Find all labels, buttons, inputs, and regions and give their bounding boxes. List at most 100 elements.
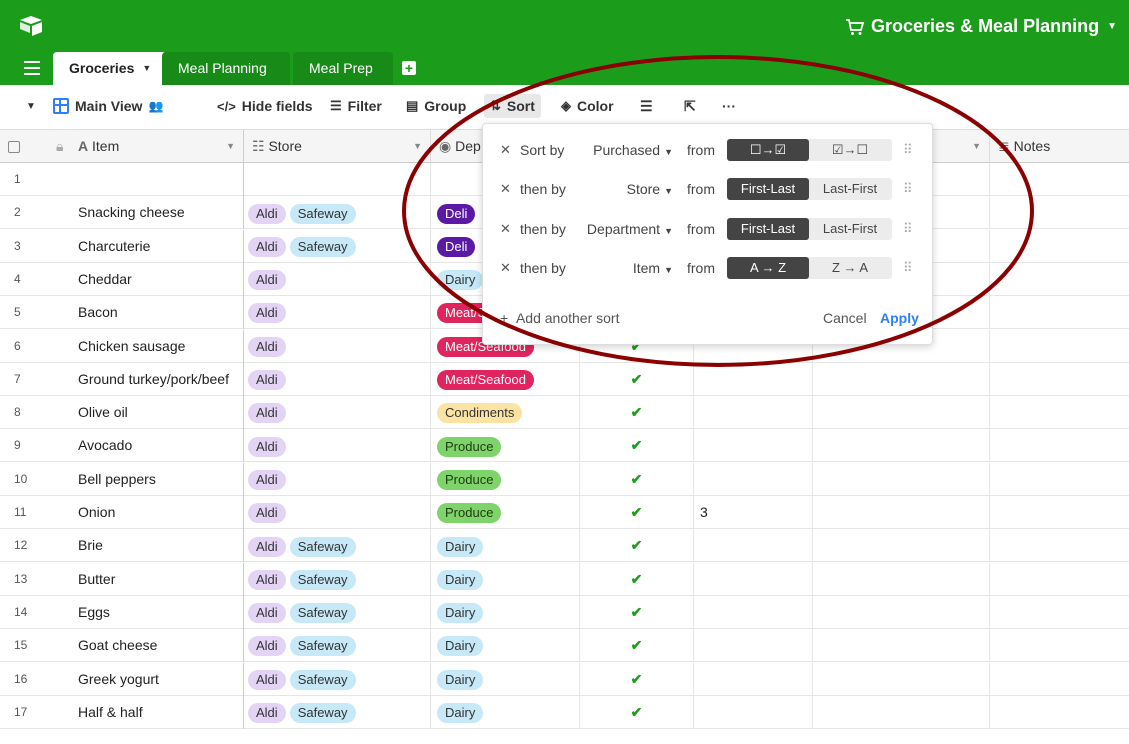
- sort-direction-option[interactable]: Last-First: [809, 178, 891, 200]
- cell-extra[interactable]: [813, 662, 990, 696]
- cell-item[interactable]: Bacon: [70, 296, 244, 330]
- cell-item[interactable]: Bell peppers: [70, 462, 244, 496]
- sort-direction-option[interactable]: First-Last: [727, 178, 809, 200]
- cell-department[interactable]: Produce: [431, 429, 580, 463]
- cell-item[interactable]: Charcuterie: [70, 229, 244, 263]
- cell-store[interactable]: Aldi Safeway: [244, 529, 431, 563]
- cell-purchased[interactable]: ✔: [580, 362, 694, 396]
- cell-quantity[interactable]: [694, 362, 813, 396]
- cell-item[interactable]: Avocado: [70, 429, 244, 463]
- cell-purchased[interactable]: ✔: [580, 396, 694, 430]
- cell-notes[interactable]: [990, 396, 1129, 429]
- cell-extra[interactable]: [813, 529, 990, 563]
- drag-handle-icon[interactable]: ⠿: [903, 260, 912, 276]
- cell-department[interactable]: Dairy: [431, 562, 580, 596]
- table-row[interactable]: 17 Half & half Aldi Safeway Dairy ✔: [0, 695, 1129, 729]
- cell-extra[interactable]: [813, 562, 990, 596]
- cell-item[interactable]: Olive oil: [70, 396, 244, 430]
- table-row[interactable]: 10 Bell peppers Aldi Produce ✔: [0, 462, 1129, 496]
- cell-notes[interactable]: [990, 429, 1129, 462]
- more-options-icon[interactable]: ···: [722, 98, 736, 114]
- cell-notes[interactable]: [990, 296, 1129, 329]
- cell-item[interactable]: Half & half: [70, 695, 244, 729]
- apply-button[interactable]: Apply: [880, 310, 919, 326]
- cell-store[interactable]: Aldi Safeway: [244, 629, 431, 663]
- group-button[interactable]: ▤ Group: [406, 98, 466, 114]
- table-row[interactable]: 7 Ground turkey/pork/beef Aldi Meat/Seafood…: [0, 362, 1129, 396]
- column-header-notes[interactable]: ≣ Notes: [990, 130, 1129, 163]
- cell-notes[interactable]: [990, 696, 1129, 729]
- cell-department[interactable]: Dairy: [431, 595, 580, 629]
- cell-purchased[interactable]: ✔: [580, 429, 694, 463]
- cell-notes[interactable]: [990, 163, 1129, 196]
- column-header-item[interactable]: A Item ▼: [70, 130, 244, 163]
- sort-direction-option[interactable]: Last-First: [809, 218, 891, 240]
- cell-store[interactable]: [244, 163, 431, 196]
- cell-store[interactable]: Aldi: [244, 329, 431, 363]
- cell-store[interactable]: Aldi Safeway: [244, 695, 431, 729]
- remove-sort-icon[interactable]: ✕: [500, 142, 511, 158]
- cell-notes[interactable]: [990, 363, 1129, 396]
- hide-fields-button[interactable]: </> Hide fields: [217, 98, 313, 114]
- table-row[interactable]: 11 Onion Aldi Produce ✔ 3: [0, 496, 1129, 529]
- cell-store[interactable]: Aldi: [244, 496, 431, 529]
- cell-extra[interactable]: [813, 362, 990, 396]
- cell-extra[interactable]: [813, 396, 990, 430]
- cell-item[interactable]: Snacking cheese: [70, 196, 244, 230]
- sort-button[interactable]: ⇅ Sort: [484, 94, 541, 118]
- cell-item[interactable]: Cheddar: [70, 262, 244, 296]
- cell-department[interactable]: Dairy: [431, 629, 580, 663]
- cancel-button[interactable]: Cancel: [823, 310, 867, 326]
- cell-department[interactable]: Produce: [431, 496, 580, 529]
- cell-quantity[interactable]: [694, 695, 813, 729]
- cell-department[interactable]: Produce: [431, 462, 580, 496]
- cell-item[interactable]: Ground turkey/pork/beef: [70, 362, 244, 396]
- cell-purchased[interactable]: ✔: [580, 595, 694, 629]
- column-header-store[interactable]: ☷ Store ▼: [244, 130, 431, 163]
- cell-item[interactable]: Chicken sausage: [70, 329, 244, 363]
- tab-groceries[interactable]: Groceries ▼: [53, 52, 168, 85]
- color-button[interactable]: ◈ Color: [561, 98, 614, 114]
- cell-notes[interactable]: [990, 629, 1129, 662]
- cell-quantity[interactable]: [694, 662, 813, 696]
- cell-purchased[interactable]: ✔: [580, 529, 694, 563]
- cell-notes[interactable]: [990, 463, 1129, 496]
- table-row[interactable]: 8 Olive oil Aldi Condiments ✔: [0, 396, 1129, 430]
- select-all-checkbox[interactable]: [0, 130, 40, 163]
- sort-field-select[interactable]: Store ▼: [627, 181, 673, 197]
- remove-sort-icon[interactable]: ✕: [500, 260, 511, 276]
- cell-notes[interactable]: [990, 330, 1129, 363]
- cell-item[interactable]: [70, 163, 244, 196]
- tab-meal-planning[interactable]: Meal Planning: [162, 52, 290, 85]
- cell-store[interactable]: Aldi Safeway: [244, 562, 431, 596]
- cell-quantity[interactable]: [694, 429, 813, 463]
- cell-item[interactable]: Butter: [70, 562, 244, 596]
- sort-direction-option[interactable]: Z → A: [809, 257, 891, 279]
- cell-store[interactable]: Aldi: [244, 429, 431, 463]
- cell-purchased[interactable]: ✔: [580, 562, 694, 596]
- sort-direction-option[interactable]: First-Last: [727, 218, 809, 240]
- add-sort-button[interactable]: + Add another sort: [500, 310, 619, 326]
- cell-department[interactable]: Dairy: [431, 695, 580, 729]
- table-row[interactable]: 15 Goat cheese Aldi Safeway Dairy ✔: [0, 629, 1129, 663]
- cell-extra[interactable]: [813, 595, 990, 629]
- cell-extra[interactable]: [813, 429, 990, 463]
- add-table-icon[interactable]: +: [402, 61, 416, 75]
- cell-department[interactable]: Dairy: [431, 662, 580, 696]
- cell-store[interactable]: Aldi: [244, 262, 431, 296]
- cell-store[interactable]: Aldi: [244, 462, 431, 496]
- cell-department[interactable]: Condiments: [431, 396, 580, 430]
- view-switcher[interactable]: Main View 👥: [53, 98, 163, 114]
- cell-quantity[interactable]: [694, 396, 813, 430]
- cell-item[interactable]: Eggs: [70, 595, 244, 629]
- drag-handle-icon[interactable]: ⠿: [903, 181, 912, 197]
- sort-field-select[interactable]: Item ▼: [633, 260, 673, 276]
- cell-store[interactable]: Aldi: [244, 296, 431, 330]
- cell-extra[interactable]: [813, 695, 990, 729]
- cell-notes[interactable]: [990, 196, 1129, 229]
- cell-item[interactable]: Onion: [70, 496, 244, 529]
- cell-notes[interactable]: [990, 596, 1129, 629]
- cell-quantity[interactable]: 3: [694, 496, 813, 529]
- drag-handle-icon[interactable]: ⠿: [903, 142, 912, 158]
- cell-department[interactable]: Dairy: [431, 529, 580, 563]
